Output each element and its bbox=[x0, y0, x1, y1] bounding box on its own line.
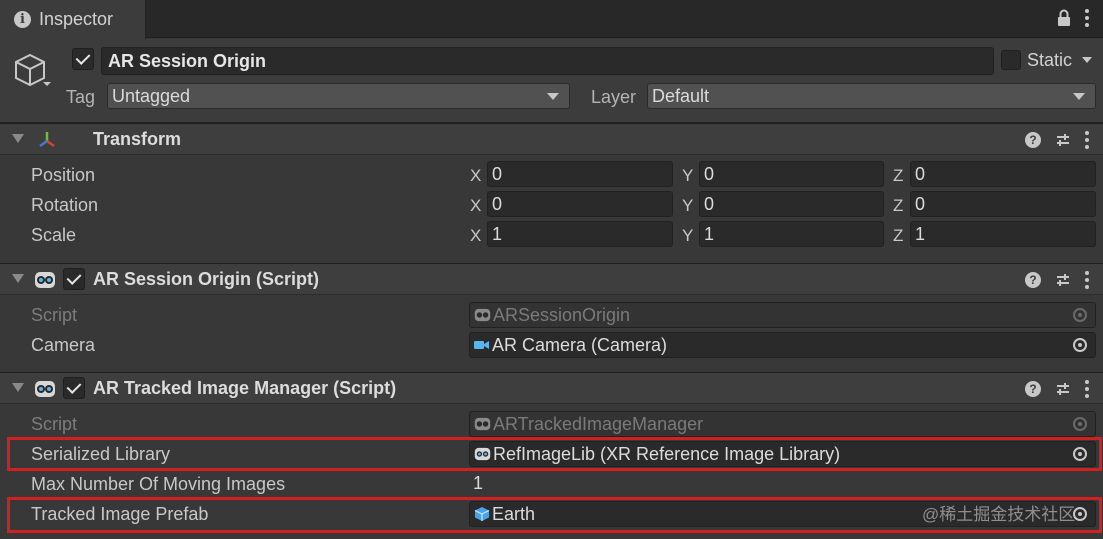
component-tools: ? bbox=[1025, 131, 1089, 149]
layer-dropdown[interactable]: Default bbox=[647, 83, 1096, 109]
axis-y-label[interactable]: Y bbox=[682, 226, 693, 246]
chevron-down-icon bbox=[547, 93, 559, 100]
layer-value: Default bbox=[652, 86, 710, 106]
script-value: ARSessionOrigin bbox=[493, 305, 631, 325]
chevron-down-icon bbox=[1073, 93, 1085, 100]
kebab-menu-icon[interactable] bbox=[1085, 271, 1089, 289]
transform-gizmo-icon bbox=[39, 132, 55, 148]
script-icon bbox=[474, 308, 491, 322]
axis-x-label[interactable]: X bbox=[470, 166, 481, 186]
scale-label: Scale bbox=[31, 225, 77, 245]
ar-tracked-image-manager-header[interactable]: AR Tracked Image Manager (Script) ? bbox=[0, 372, 1103, 404]
camera-value: AR Camera (Camera) bbox=[492, 335, 668, 355]
tab-inspector[interactable]: i Inspector bbox=[0, 0, 146, 39]
kebab-menu-icon[interactable] bbox=[1085, 380, 1089, 398]
component-enabled-checkbox[interactable] bbox=[63, 377, 85, 399]
preset-sliders-icon[interactable] bbox=[1055, 381, 1071, 397]
tab-tools bbox=[1057, 9, 1089, 27]
scale-x-field[interactable]: 1 bbox=[487, 221, 673, 247]
script-icon bbox=[35, 381, 55, 397]
object-picker-icon[interactable] bbox=[1073, 338, 1087, 352]
position-y-field[interactable]: 0 bbox=[699, 161, 884, 187]
axis-y-label[interactable]: Y bbox=[682, 166, 693, 186]
script-icon bbox=[35, 272, 55, 288]
rotation-z-field[interactable]: 0 bbox=[910, 191, 1096, 217]
preset-sliders-icon[interactable] bbox=[1055, 272, 1071, 288]
gameobject-cube-icon[interactable] bbox=[12, 51, 52, 91]
foldout-arrow-icon[interactable] bbox=[12, 383, 24, 392]
layer-label: Layer bbox=[591, 87, 637, 107]
position-x-field[interactable]: 0 bbox=[487, 161, 673, 187]
scale-z-field[interactable]: 1 bbox=[910, 221, 1096, 247]
position-z-field[interactable]: 0 bbox=[910, 161, 1096, 187]
static-checkbox[interactable] bbox=[1001, 50, 1021, 70]
ar-session-origin-title: AR Session Origin (Script) bbox=[93, 269, 320, 289]
static-dropdown-caret-icon[interactable] bbox=[1082, 57, 1092, 63]
tag-dropdown[interactable]: Untagged bbox=[107, 83, 570, 109]
gameobject-name-field[interactable]: AR Session Origin bbox=[101, 47, 994, 75]
script-field: ARSessionOrigin bbox=[469, 302, 1096, 328]
axis-y-label[interactable]: Y bbox=[682, 196, 693, 216]
gameobject-header: AR Session Origin Static Tag Untagged La… bbox=[0, 39, 1103, 123]
component-tools: ? bbox=[1025, 380, 1089, 398]
transform-header[interactable]: Transform ? bbox=[0, 123, 1103, 155]
preset-sliders-icon[interactable] bbox=[1055, 132, 1071, 148]
foldout-arrow-icon[interactable] bbox=[12, 134, 24, 143]
script-field: ARTrackedImageManager bbox=[469, 411, 1096, 437]
position-label: Position bbox=[31, 165, 96, 185]
ar-tracked-image-manager-title: AR Tracked Image Manager (Script) bbox=[93, 378, 397, 398]
static-label: Static bbox=[1027, 50, 1073, 70]
camera-label: Camera bbox=[31, 335, 96, 355]
ar-session-origin-header[interactable]: AR Session Origin (Script) ? bbox=[0, 263, 1103, 295]
tag-label: Tag bbox=[66, 87, 96, 107]
tag-value: Untagged bbox=[112, 86, 191, 106]
rotation-x-field[interactable]: 0 bbox=[487, 191, 673, 217]
scale-y-field[interactable]: 1 bbox=[699, 221, 884, 247]
inspector-tabbar: i Inspector bbox=[0, 0, 1103, 39]
kebab-menu-icon[interactable] bbox=[1085, 9, 1089, 27]
help-icon[interactable]: ? bbox=[1025, 132, 1041, 148]
script-icon bbox=[474, 417, 491, 431]
help-icon[interactable]: ? bbox=[1025, 381, 1041, 397]
highlight-serialized-library bbox=[7, 437, 1102, 471]
component-tools: ? bbox=[1025, 271, 1089, 289]
watermark: @稀土掘金技术社区 bbox=[922, 505, 1076, 524]
camera-icon bbox=[474, 341, 489, 349]
kebab-menu-icon[interactable] bbox=[1085, 131, 1089, 149]
help-icon[interactable]: ? bbox=[1025, 272, 1041, 288]
tab-title: Inspector bbox=[39, 9, 114, 29]
script-label: Script bbox=[31, 414, 78, 434]
component-enabled-checkbox[interactable] bbox=[63, 268, 85, 290]
object-picker-icon bbox=[1073, 417, 1087, 431]
axis-x-label[interactable]: X bbox=[470, 226, 481, 246]
foldout-arrow-icon[interactable] bbox=[12, 274, 24, 283]
rotation-y-field[interactable]: 0 bbox=[699, 191, 884, 217]
max-moving-images-field[interactable]: 1 bbox=[469, 470, 1096, 496]
axis-z-label[interactable]: Z bbox=[893, 166, 903, 186]
max-moving-images-label: Max Number Of Moving Images bbox=[31, 474, 286, 494]
axis-z-label[interactable]: Z bbox=[893, 226, 903, 246]
axis-x-label[interactable]: X bbox=[470, 196, 481, 216]
transform-title: Transform bbox=[93, 129, 182, 149]
lock-icon[interactable] bbox=[1057, 9, 1071, 27]
script-value: ARTrackedImageManager bbox=[493, 414, 704, 434]
axis-z-label[interactable]: Z bbox=[893, 196, 903, 216]
object-picker-icon bbox=[1073, 308, 1087, 322]
camera-field[interactable]: AR Camera (Camera) bbox=[469, 332, 1096, 358]
script-label: Script bbox=[31, 305, 78, 325]
gameobject-active-checkbox[interactable] bbox=[72, 48, 94, 70]
rotation-label: Rotation bbox=[31, 195, 99, 215]
info-icon: i bbox=[14, 11, 31, 28]
